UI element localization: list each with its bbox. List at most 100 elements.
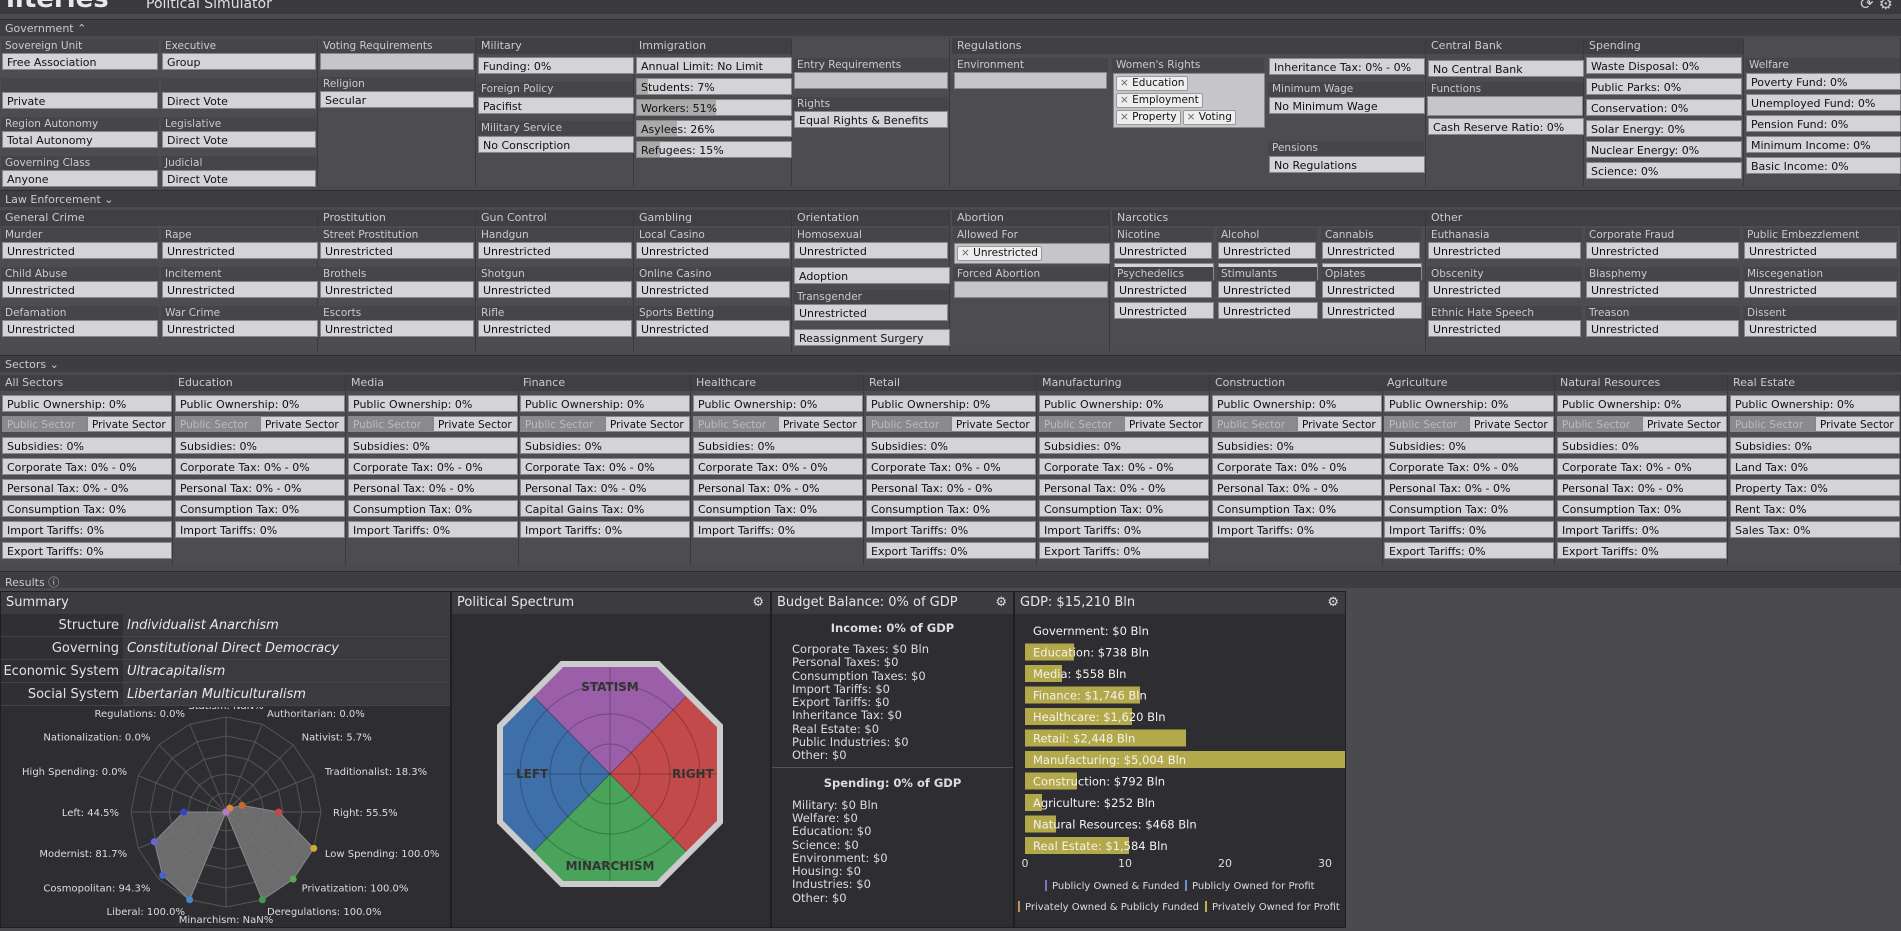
sector-slider[interactable]: Corporate Tax: 0% - 0% (1039, 458, 1209, 475)
law-toggle[interactable]: Law Enforcement ⌄ (0, 190, 1901, 207)
spending-slider[interactable]: Waste Disposal: 0% (1586, 57, 1742, 74)
sector-slider[interactable]: Consumption Tax: 0% (866, 500, 1036, 517)
allowed-for-tags[interactable]: Unrestricted (954, 243, 1110, 264)
womens-right-tag[interactable]: Voting (1182, 110, 1236, 125)
sector-slider[interactable]: Corporate Tax: 0% - 0% (1212, 458, 1382, 475)
other-law-field-select[interactable]: Unrestricted (1428, 242, 1581, 259)
public-ownership-slider[interactable]: Public Ownership: 0% (1384, 395, 1554, 412)
environment-select[interactable] (954, 72, 1107, 89)
sector-slider[interactable]: Personal Tax: 0% - 0% (693, 479, 863, 496)
law-field-select[interactable]: Unrestricted (162, 320, 318, 337)
sector-slider[interactable]: Consumption Tax: 0% (175, 500, 345, 517)
spending-slider[interactable]: Conservation: 0% (1586, 99, 1742, 116)
sector-slider[interactable]: Land Tax: 0% (1730, 458, 1900, 475)
womens-right-tag[interactable]: Education (1116, 76, 1189, 91)
sector-slider[interactable]: Consumption Tax: 0% (2, 500, 172, 517)
public-ownership-slider[interactable]: Public Ownership: 0% (2, 395, 172, 412)
sector-toggle[interactable]: Public Sector Private Sector (693, 416, 863, 432)
public-ownership-slider[interactable]: Public Ownership: 0% (1730, 395, 1900, 412)
narcotic-field-select[interactable]: Unrestricted (1218, 242, 1316, 259)
sector-slider[interactable]: Corporate Tax: 0% - 0% (2, 458, 172, 475)
other-law-field-select[interactable]: Unrestricted (1586, 320, 1739, 337)
sector-slider[interactable]: Personal Tax: 0% - 0% (1384, 479, 1554, 496)
cash-reserve-slider[interactable]: Cash Reserve Ratio: 0% (1428, 118, 1584, 135)
sector-slider[interactable]: Import Tariffs: 0% (1557, 521, 1727, 538)
sector-toggle[interactable]: Public Sector Private Sector (866, 416, 1036, 432)
public-sector-option[interactable]: Public Sector (866, 416, 951, 432)
spending-slider[interactable]: Public Parks: 0% (1586, 78, 1742, 95)
immigrant-rights-select[interactable]: Equal Rights & Benefits (794, 111, 948, 128)
public-ownership-slider[interactable]: Public Ownership: 0% (175, 395, 345, 412)
other-law-field-select[interactable]: Unrestricted (1428, 281, 1581, 298)
sector-slider[interactable]: Personal Tax: 0% - 0% (348, 479, 518, 496)
gear-icon[interactable]: ⚙ (752, 592, 764, 614)
workers-slider[interactable]: Workers: 51% (636, 99, 792, 116)
gear-icon[interactable]: ⚙ (1879, 0, 1893, 13)
law-field-select[interactable]: Unrestricted (320, 320, 474, 337)
narcotic-field-select[interactable]: Unrestricted (1218, 281, 1316, 298)
central-bank-select[interactable]: No Central Bank (1428, 60, 1584, 77)
refugees-slider[interactable]: Refugees: 15% (636, 141, 792, 158)
sector-slider[interactable]: Personal Tax: 0% - 0% (1212, 479, 1382, 496)
sector-slider[interactable]: Consumption Tax: 0% (348, 500, 518, 517)
private-sector-option[interactable]: Private Sector (951, 416, 1036, 432)
welfare-slider[interactable]: Pension Fund: 0% (1746, 115, 1901, 132)
law-field-select[interactable]: Unrestricted (478, 281, 632, 298)
sector-slider[interactable]: Corporate Tax: 0% - 0% (175, 458, 345, 475)
gdp-legend-item[interactable]: Privately Owned for Profit (1212, 902, 1340, 913)
public-sector-option[interactable]: Public Sector (175, 416, 260, 432)
sector-toggle[interactable]: Public Sector Private Sector (2, 416, 172, 432)
sector-slider[interactable]: Import Tariffs: 0% (520, 521, 690, 538)
sector-slider[interactable]: Subsidies: 0% (2, 437, 172, 454)
other-law-field-select[interactable]: Unrestricted (1744, 281, 1897, 298)
sector-toggle[interactable]: Public Sector Private Sector (1730, 416, 1900, 432)
sector-slider[interactable]: Import Tariffs: 0% (693, 521, 863, 538)
private-sector-option[interactable]: Private Sector (1642, 416, 1727, 432)
pensions-select[interactable]: No Regulations (1269, 156, 1425, 173)
sector-slider[interactable]: Subsidies: 0% (693, 437, 863, 454)
sector-slider[interactable]: Import Tariffs: 0% (1039, 521, 1209, 538)
narcotic-select[interactable]: Unrestricted (1114, 302, 1214, 319)
gov-col2-field-select[interactable]: Direct Vote (162, 92, 316, 109)
sector-slider[interactable]: Sales Tax: 0% (1730, 521, 1900, 538)
refresh-icon[interactable]: ⟳ (1860, 0, 1873, 13)
law-field-select[interactable]: Unrestricted (636, 242, 790, 259)
welfare-slider[interactable]: Basic Income: 0% (1746, 157, 1901, 174)
narcotic-select[interactable]: Unrestricted (1322, 302, 1422, 319)
sector-slider[interactable]: Import Tariffs: 0% (175, 521, 345, 538)
private-sector-option[interactable]: Private Sector (778, 416, 863, 432)
functions-select[interactable] (1427, 96, 1583, 116)
public-sector-option[interactable]: Public Sector (1384, 416, 1469, 432)
sector-slider[interactable]: Subsidies: 0% (520, 437, 690, 454)
sector-slider[interactable]: Corporate Tax: 0% - 0% (1384, 458, 1554, 475)
gdp-legend-item[interactable]: Privately Owned & Publicly Funded (1025, 902, 1199, 913)
public-sector-option[interactable]: Public Sector (348, 416, 433, 432)
gov-col1-field-select[interactable]: Anyone (2, 170, 158, 187)
sector-slider[interactable]: Subsidies: 0% (866, 437, 1036, 454)
sector-toggle[interactable]: Public Sector Private Sector (520, 416, 690, 432)
sector-slider[interactable]: Consumption Tax: 0% (1557, 500, 1727, 517)
sector-toggle[interactable]: Public Sector Private Sector (1384, 416, 1554, 432)
sector-toggle[interactable]: Public Sector Private Sector (1039, 416, 1209, 432)
sector-slider[interactable]: Personal Tax: 0% - 0% (520, 479, 690, 496)
gov-col2-field-select[interactable]: Direct Vote (162, 170, 316, 187)
welfare-slider[interactable]: Minimum Income: 0% (1746, 136, 1901, 153)
sector-slider[interactable]: Personal Tax: 0% - 0% (2, 479, 172, 496)
sector-slider[interactable]: Export Tariffs: 0% (1039, 542, 1209, 559)
public-ownership-slider[interactable]: Public Ownership: 0% (1212, 395, 1382, 412)
law-field-select[interactable]: Unrestricted (320, 281, 474, 298)
law-field-select[interactable]: Unrestricted (636, 281, 790, 298)
sector-slider[interactable]: Subsidies: 0% (1039, 437, 1209, 454)
spending-slider[interactable]: Solar Energy: 0% (1586, 120, 1742, 137)
law-field-select[interactable]: Unrestricted (2, 281, 158, 298)
adoption-select[interactable]: Adoption (794, 267, 950, 284)
private-sector-option[interactable]: Private Sector (1124, 416, 1209, 432)
private-sector-option[interactable]: Private Sector (1469, 416, 1554, 432)
annual-limit-slider[interactable]: Annual Limit: No Limit (636, 57, 792, 74)
sector-slider[interactable]: Import Tariffs: 0% (348, 521, 518, 538)
private-sector-option[interactable]: Private Sector (1297, 416, 1382, 432)
gdp-legend-item[interactable]: Publicly Owned for Profit (1192, 881, 1315, 892)
public-sector-option[interactable]: Public Sector (520, 416, 605, 432)
sector-toggle[interactable]: Public Sector Private Sector (1212, 416, 1382, 432)
gov-col1-field-select[interactable]: Free Association (2, 53, 158, 70)
